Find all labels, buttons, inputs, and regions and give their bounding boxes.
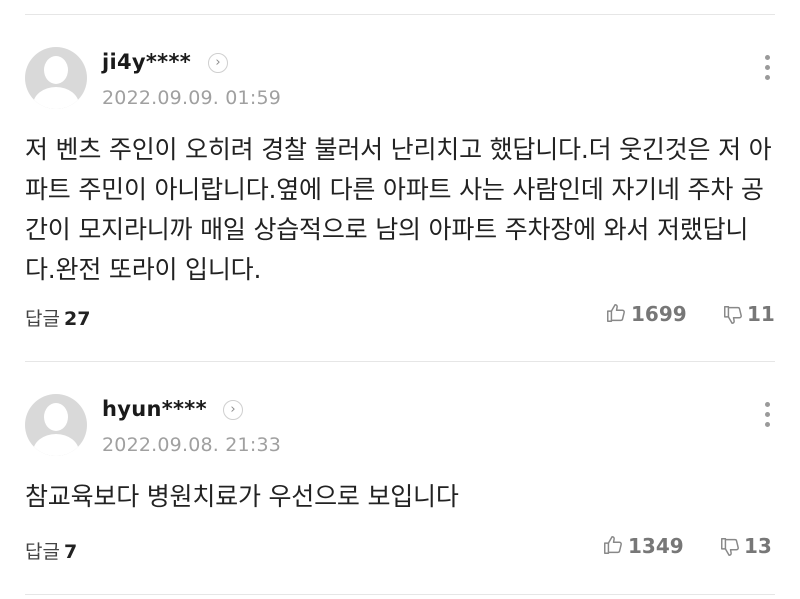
comment-date: 2022.09.08. 21:33 <box>102 434 282 456</box>
more-vertical-icon[interactable] <box>763 402 771 432</box>
comment-text: 참교육보다 병원치료가 우선으로 보입니다 <box>25 482 459 511</box>
like-count: 1349 <box>628 534 684 558</box>
thumbs-down-icon <box>721 538 739 556</box>
comment-username[interactable]: hyun**** <box>102 397 207 421</box>
reply-count: 7 <box>63 541 78 563</box>
comment-item: hyun**** › 2022.09.08. 21:33 참교육보다 병원치료가… <box>25 0 775 599</box>
dislike-button[interactable]: 13 <box>719 534 772 558</box>
like-button[interactable]: 1349 <box>602 534 684 558</box>
avatar[interactable] <box>25 394 87 456</box>
chevron-right-icon[interactable]: › <box>223 400 243 420</box>
reply-button[interactable]: 답글 7 <box>25 537 77 564</box>
bottom-divider <box>25 594 775 595</box>
reply-label: 답글 <box>25 541 60 563</box>
dislike-count: 13 <box>744 534 772 558</box>
thumbs-up-icon <box>604 536 622 554</box>
